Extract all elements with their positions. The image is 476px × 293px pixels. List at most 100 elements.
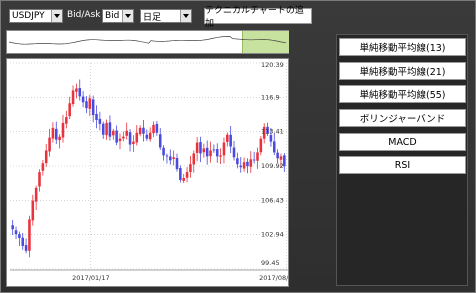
candle-body	[145, 134, 149, 139]
candle-body	[132, 141, 135, 144]
chevron-down-icon[interactable]	[51, 10, 62, 22]
candle-body	[38, 172, 41, 187]
candle-body	[182, 178, 185, 181]
candle-body	[212, 149, 216, 151]
candle-body	[158, 134, 162, 148]
candle-body	[81, 96, 85, 103]
candle-body	[11, 225, 14, 230]
candle-body	[209, 150, 212, 157]
y-tick-label: 113.41	[261, 128, 284, 136]
candle-body	[48, 137, 51, 152]
candle-body	[65, 117, 68, 124]
chevron-down-icon[interactable]	[180, 10, 191, 22]
candle-body	[242, 162, 246, 169]
candle-body	[61, 122, 65, 138]
candle-body	[91, 99, 95, 116]
candle-body	[71, 90, 75, 105]
candle-body	[44, 150, 48, 164]
timeframe-select[interactable]: 日足	[140, 9, 192, 23]
candle-body	[256, 152, 259, 161]
candle-body	[112, 130, 115, 136]
candle-body	[118, 138, 122, 142]
timeframe-select-value: 日足	[143, 12, 162, 23]
sma-55-button[interactable]: 単純移動平均線(55)	[339, 85, 466, 103]
candle-body	[135, 132, 139, 143]
candle-body	[165, 155, 169, 157]
candle-body	[179, 168, 182, 180]
candle-body	[122, 136, 125, 139]
candle-body	[138, 127, 142, 135]
bidask-select-value: Bid	[105, 11, 120, 21]
candle-body	[172, 157, 175, 160]
app-window: USDJPY Bid/Ask Bid 日足 テクニカルチャートの追加 120.3…	[0, 0, 476, 293]
candle-body	[189, 164, 192, 172]
candle-body	[269, 135, 273, 142]
candle-body	[239, 165, 242, 168]
candle-body	[252, 159, 256, 161]
symbol-select[interactable]: USDJPY	[9, 9, 63, 23]
y-tick-label: 102.94	[261, 231, 284, 239]
candle-body	[195, 142, 199, 153]
candle-body	[78, 88, 82, 97]
sma-21-button[interactable]: 単純移動平均線(21)	[339, 62, 466, 80]
candle-body	[58, 136, 61, 141]
candle-body	[199, 142, 202, 154]
candle-body	[51, 127, 55, 139]
candle-body	[215, 149, 219, 157]
candle-body	[205, 147, 209, 157]
candle-body	[276, 152, 279, 159]
y-tick-label: 106.43	[261, 196, 284, 204]
y-tick-label: 99.45	[261, 259, 280, 267]
candle-body	[169, 156, 172, 161]
candle-body	[229, 134, 232, 147]
candle-body	[125, 130, 128, 136]
candle-body	[232, 147, 236, 158]
candle-body	[222, 142, 226, 156]
candle-body	[128, 132, 132, 145]
bidask-select[interactable]: Bid	[102, 9, 134, 23]
add-technical-chart-button[interactable]: テクニカルチャートの追加	[204, 6, 312, 29]
candle-body	[95, 113, 98, 120]
x-tick-label: 2017/08/01	[259, 274, 288, 282]
x-tick-label: 2017/01/17	[72, 274, 109, 282]
candle-body	[192, 153, 196, 165]
macd-button[interactable]: MACD	[339, 133, 466, 151]
candle-body	[55, 128, 58, 140]
candle-body	[18, 234, 21, 239]
candle-body	[142, 127, 145, 134]
candle-body	[28, 219, 31, 251]
price-chart[interactable]: 120.39 116.9 113.41 109.92 106.43 102.94 99.45…	[6, 58, 289, 287]
candlestick-chart: 120.39 116.9 113.41 109.92 106.43 102.94 99.45…	[10, 61, 288, 282]
candle-body	[14, 230, 18, 235]
candle-body	[226, 134, 229, 142]
candle-body	[21, 237, 25, 246]
candle-body	[68, 103, 71, 117]
candle-body	[98, 118, 102, 124]
candle-body	[152, 124, 155, 134]
chart-overview-navigator[interactable]	[6, 30, 289, 54]
candle-body	[279, 156, 283, 160]
candle-body	[259, 138, 263, 153]
candle-body	[185, 172, 189, 178]
bollinger-bands-button[interactable]: ボリンジャーバンド	[339, 109, 466, 127]
bidask-label: Bid/Ask	[67, 10, 101, 20]
y-tick-label: 120.39	[261, 61, 284, 69]
candle-body	[236, 158, 239, 165]
candle-body	[115, 130, 118, 143]
candle-body	[85, 101, 88, 109]
overview-price-line	[8, 36, 287, 45]
symbol-select-value: USDJPY	[12, 11, 45, 21]
candle-body	[155, 124, 159, 133]
candle-body	[41, 163, 45, 171]
candle-body	[88, 98, 92, 109]
chevron-down-icon[interactable]	[122, 10, 133, 22]
candle-body	[34, 187, 38, 202]
candle-body	[162, 147, 165, 156]
sma-13-button[interactable]: 単純移動平均線(13)	[339, 38, 466, 56]
candle-body	[249, 159, 253, 167]
candle-body	[148, 132, 152, 140]
candle-body	[246, 161, 249, 167]
y-tick-label: 116.9	[261, 93, 280, 101]
rsi-button[interactable]: RSI	[339, 156, 466, 174]
candle-body	[202, 148, 206, 153]
